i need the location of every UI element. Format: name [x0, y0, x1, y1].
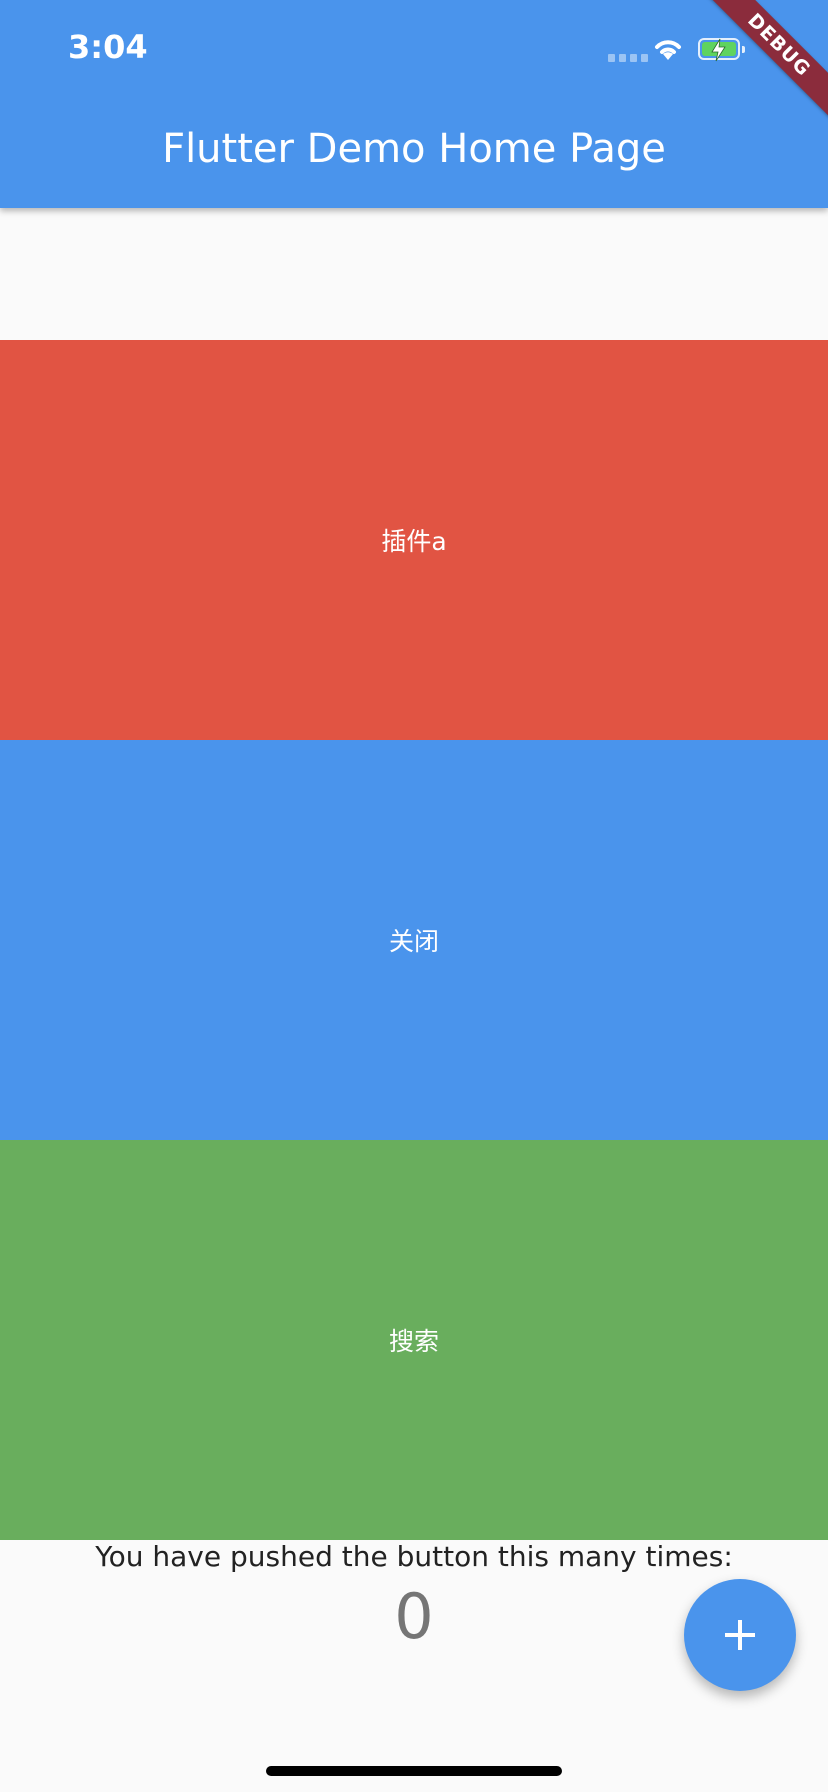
- status-time: 3:04: [68, 28, 148, 66]
- plugin-a-block[interactable]: 插件a: [0, 340, 828, 740]
- counter-description: You have pushed the button this many tim…: [95, 1540, 733, 1573]
- home-indicator[interactable]: [266, 1766, 562, 1776]
- search-label: 搜索: [388, 1327, 439, 1356]
- increment-button[interactable]: [684, 1579, 796, 1691]
- close-label: 关闭: [388, 927, 439, 956]
- wifi-icon: [655, 40, 681, 60]
- search-block[interactable]: 搜索: [0, 1140, 828, 1540]
- plus-icon: [725, 1620, 755, 1650]
- plugin-a-label: 插件a: [381, 527, 447, 556]
- debug-banner-label: DEBUG: [701, 0, 828, 123]
- debug-banner: DEBUG: [698, 0, 828, 130]
- page-title: Flutter Demo Home Page: [162, 126, 666, 172]
- close-block[interactable]: 关闭: [0, 740, 828, 1140]
- signal-icon: [608, 54, 648, 62]
